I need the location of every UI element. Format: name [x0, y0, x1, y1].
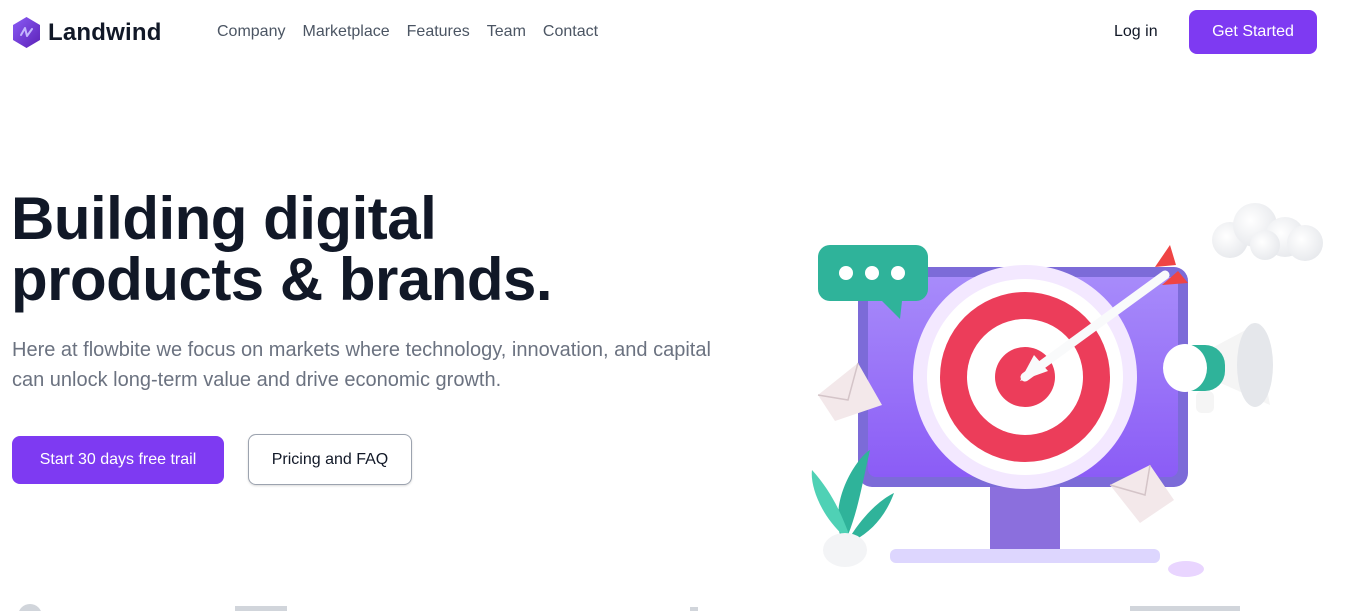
cloud-icon [1212, 203, 1323, 261]
main-menu: Company Marketplace Features Team Contac… [217, 23, 615, 41]
free-trial-button[interactable]: Start 30 days free trail [12, 436, 224, 484]
next-section-peek [19, 604, 1240, 611]
nav-link-company[interactable]: Company [217, 23, 285, 41]
brand-name: Landwind [48, 18, 162, 46]
hero-title: Building digital products & brands. [11, 185, 553, 313]
top-navbar: Landwind Company Marketplace Features Te… [0, 0, 1349, 64]
hero-title-line-1: Building digital [11, 185, 437, 252]
pricing-faq-button[interactable]: Pricing and FAQ [248, 434, 412, 485]
hero-title-line-2: products & brands. [11, 246, 553, 313]
hero-description: Here at flowbite we focus on markets whe… [12, 339, 711, 391]
target-monitor-illustration [811, 203, 1323, 577]
get-started-button[interactable]: Get Started [1189, 10, 1317, 54]
nav-link-features[interactable]: Features [407, 23, 470, 41]
nav-link-team[interactable]: Team [487, 23, 526, 41]
hexagon-logo-icon [13, 17, 40, 48]
nav-link-contact[interactable]: Contact [543, 23, 598, 41]
nav-link-marketplace[interactable]: Marketplace [302, 23, 389, 41]
login-link[interactable]: Log in [1114, 23, 1158, 41]
brand-link[interactable]: Landwind [11, 16, 162, 49]
